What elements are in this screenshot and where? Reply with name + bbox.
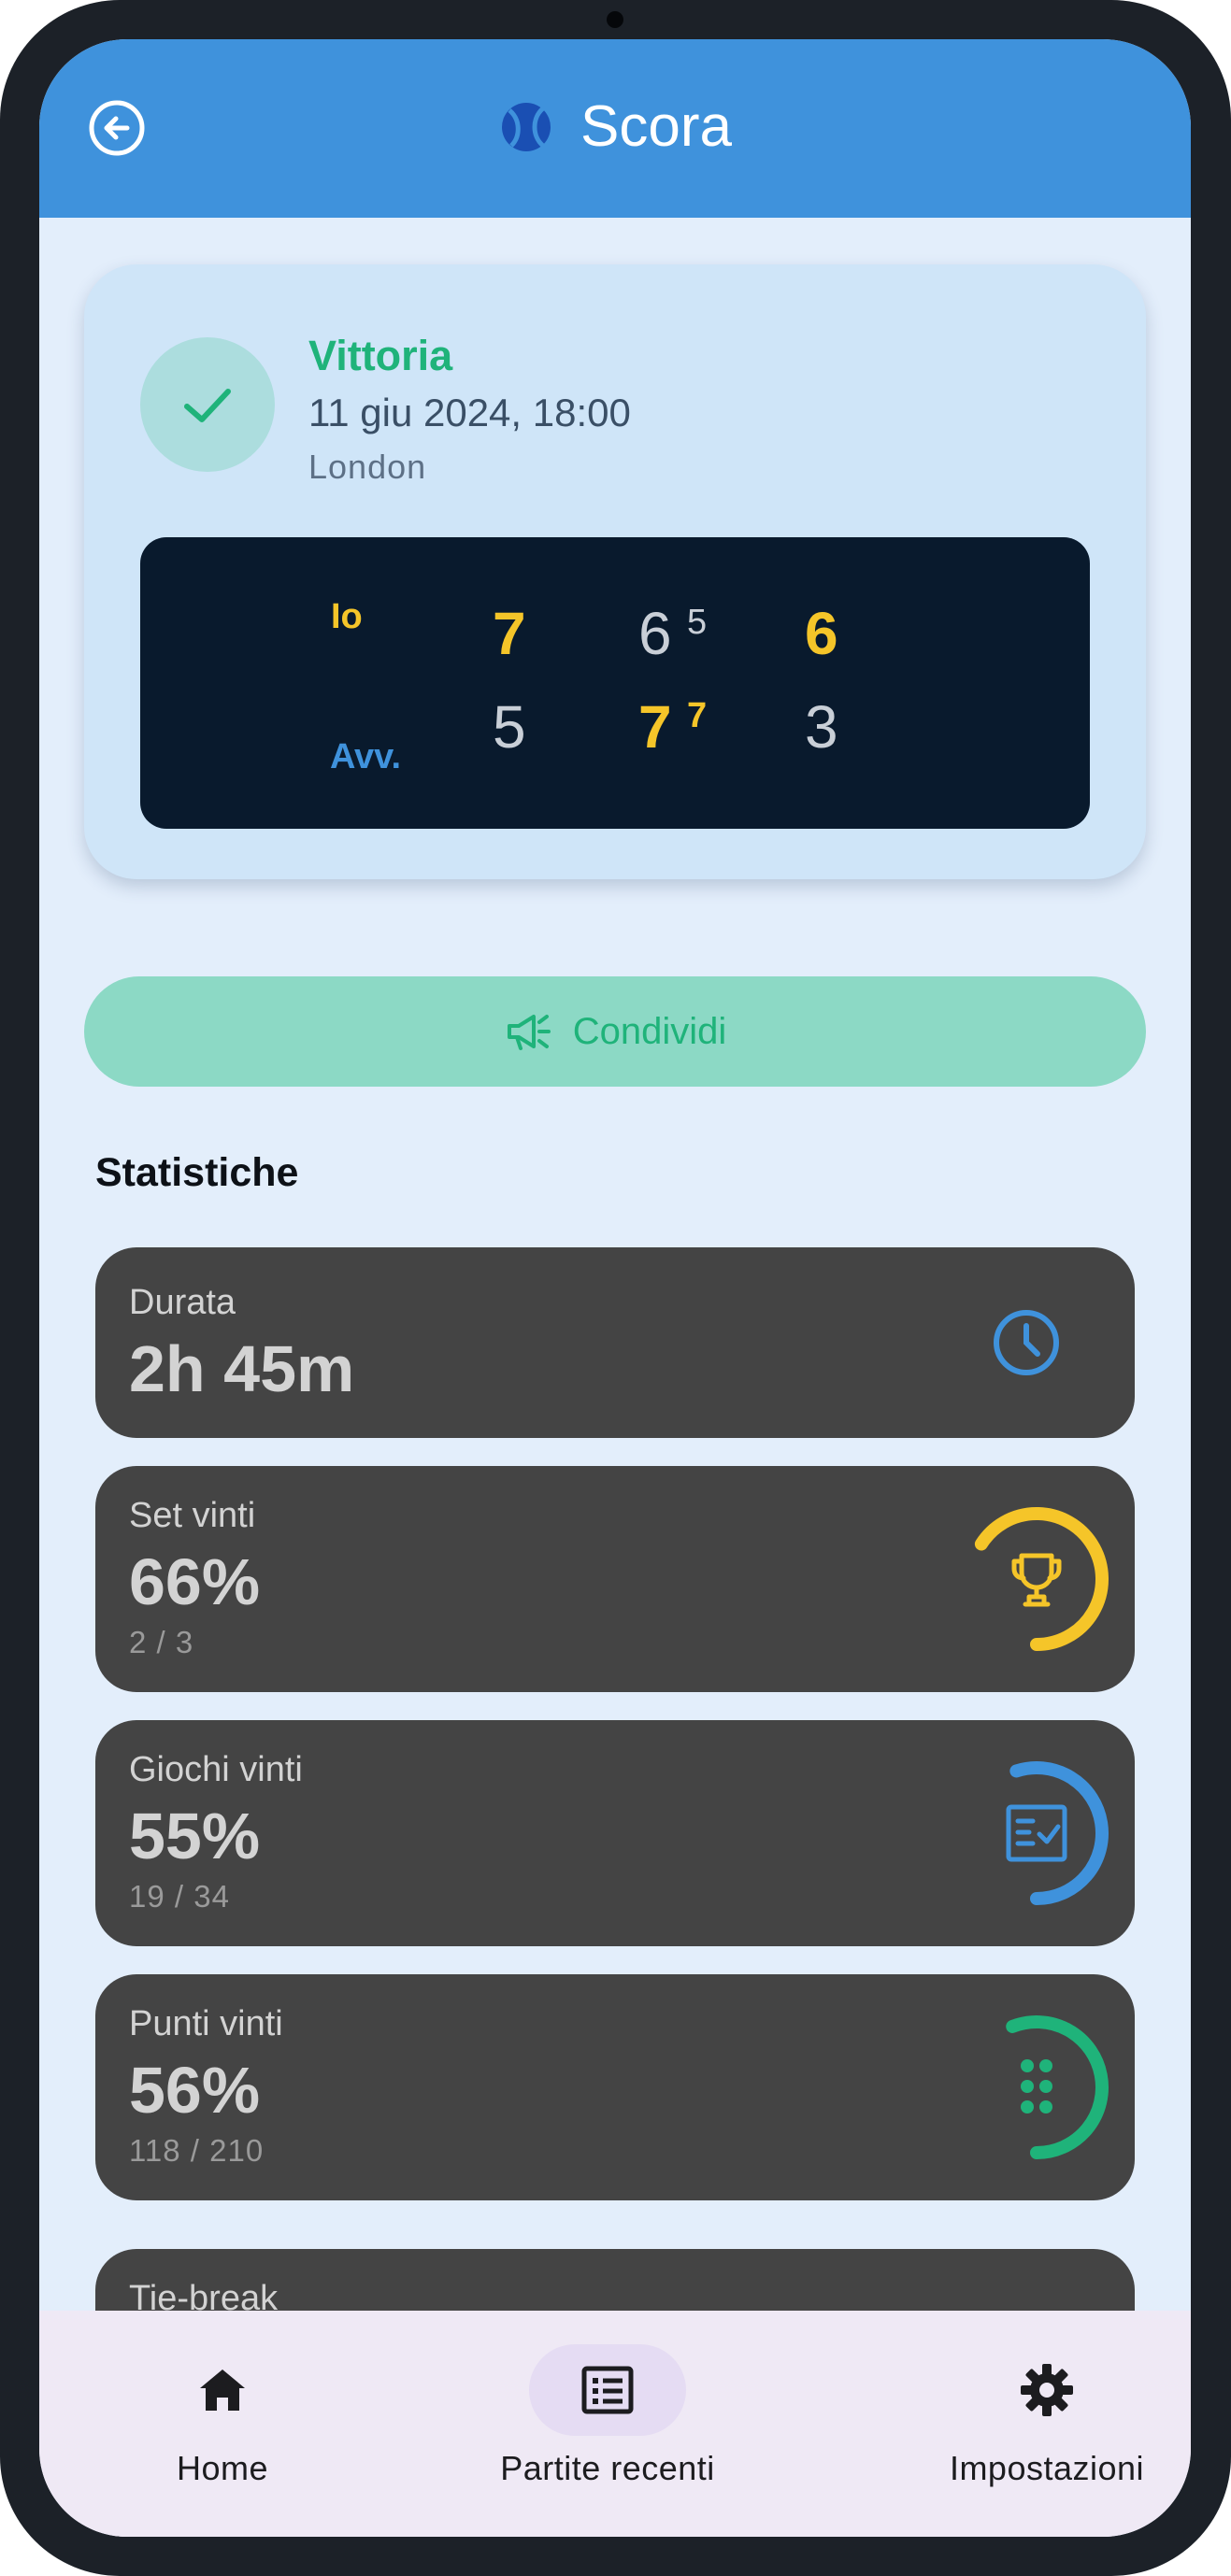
- trophy-icon: [1011, 1553, 1062, 1607]
- clock-icon: [994, 1310, 1059, 1375]
- match-location: London: [308, 448, 427, 486]
- megaphone-icon: [507, 1015, 551, 1050]
- tennis-ball-icon: [502, 102, 551, 151]
- stat-card-sets: Set vinti 66% 2 / 3: [95, 1466, 1135, 1692]
- player-label: Io: [331, 597, 363, 636]
- stat-name: Durata: [129, 1283, 236, 1322]
- scoreboard: Io Avv. 7 6 5 6 5 7 7 3: [140, 537, 1090, 829]
- stat-name: Giochi vinti: [129, 1750, 303, 1789]
- result-label: Vittoria: [308, 332, 453, 379]
- result-info: Vittoria 11 giu 2024, 18:00 London: [308, 328, 631, 492]
- stat-name: Set vinti: [129, 1496, 256, 1535]
- opponent-set-3: 3: [805, 693, 838, 761]
- dots-icon: [1021, 2059, 1052, 2113]
- stat-detail: 2 / 3: [129, 1625, 194, 1659]
- checklist-icon: [1006, 1804, 1067, 1862]
- stat-name: Tie-break: [129, 2279, 279, 2311]
- app-brand: Scora: [39, 93, 1191, 160]
- nav-label-settings: Impostazioni: [949, 2449, 1145, 2487]
- nav-item-home[interactable]: Home: [144, 2311, 301, 2537]
- home-icon: [200, 2370, 245, 2411]
- nav-home-pill: [144, 2344, 301, 2436]
- stat-name: Punti vinti: [129, 2004, 283, 2043]
- stats-title: Statistiche: [95, 1150, 299, 1195]
- player-set-1: 7: [493, 600, 526, 667]
- scroll-content[interactable]: Vittoria 11 giu 2024, 18:00 London Io Av…: [39, 218, 1191, 2311]
- player-set-2: 6: [638, 600, 672, 667]
- check-icon: [184, 389, 231, 422]
- sets-progress-ring: [974, 1507, 1109, 1651]
- camera-dot: [607, 11, 623, 28]
- nav-recent-pill: [529, 2344, 686, 2436]
- nav-item-recent-matches[interactable]: Partite recenti: [443, 2311, 772, 2537]
- app-bar: Scora: [39, 39, 1191, 218]
- stat-card-games: Giochi vinti 55% 19 / 34: [95, 1720, 1135, 1946]
- nav-label-home: Home: [176, 2449, 269, 2487]
- player-set-3: 6: [805, 600, 838, 667]
- games-progress-ring: [1006, 1761, 1109, 1905]
- stat-card-points: Punti vinti 56% 118 / 210: [95, 1974, 1135, 2200]
- opponent-tiebreak-2: 7: [687, 696, 708, 735]
- app-title: Scora: [580, 94, 732, 159]
- match-result-card: Vittoria 11 giu 2024, 18:00 London Io Av…: [84, 264, 1146, 879]
- share-button[interactable]: Condividi: [84, 976, 1146, 1087]
- nav-label-recent-matches: Partite recenti: [500, 2449, 715, 2487]
- match-date: 11 giu 2024, 18:00: [308, 391, 631, 434]
- stat-value: 66%: [129, 1545, 261, 1618]
- stat-value: 56%: [129, 2054, 261, 2127]
- opponent-set-2: 7: [638, 693, 672, 761]
- stat-detail: 19 / 34: [129, 1879, 230, 1914]
- stat-card-duration: Durata 2h 45m: [95, 1247, 1135, 1438]
- nav-settings-pill: [968, 2344, 1125, 2436]
- gear-icon: [1021, 2364, 1073, 2416]
- stat-card-tiebreak: Tie-break 0% TB: [95, 2249, 1135, 2311]
- bottom-navigation: Home Partite recenti Impostazioni: [39, 2311, 1191, 2537]
- win-badge: [140, 337, 275, 472]
- points-progress-ring: [1006, 2015, 1109, 2159]
- screen: Scora Vittoria 11 giu 2024, 18:00 London…: [39, 39, 1191, 2537]
- opponent-set-1: 5: [493, 693, 526, 761]
- phone-frame: Scora Vittoria 11 giu 2024, 18:00 London…: [0, 0, 1231, 2576]
- player-tiebreak-2: 5: [687, 603, 708, 642]
- share-label: Condividi: [572, 1010, 727, 1052]
- stat-value: 2h 45m: [129, 1332, 355, 1405]
- opponent-label: Avv.: [330, 737, 402, 776]
- list-icon: [581, 2366, 634, 2414]
- nav-item-settings[interactable]: Impostazioni: [897, 2311, 1191, 2537]
- stat-value: 55%: [129, 1800, 261, 1872]
- stat-detail: 118 / 210: [129, 2133, 265, 2168]
